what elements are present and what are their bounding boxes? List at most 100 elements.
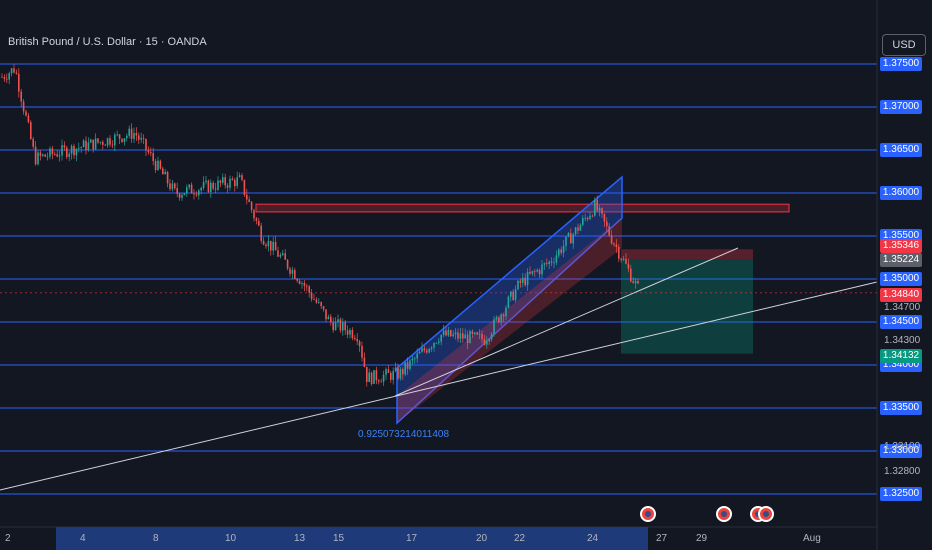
candle-body <box>606 221 608 227</box>
candle-body <box>406 362 409 369</box>
candle-body <box>207 180 210 193</box>
candle-body <box>186 187 188 194</box>
candle-body <box>39 152 42 156</box>
candle-body <box>500 314 502 323</box>
candle-body <box>49 148 51 157</box>
candle-body <box>553 262 555 264</box>
candle-body <box>399 369 402 379</box>
candle-body <box>385 369 387 375</box>
candle-body <box>534 270 536 272</box>
candle-body <box>634 281 637 283</box>
candle-body <box>145 139 147 151</box>
candle-body <box>99 141 102 143</box>
candle-body <box>202 182 205 188</box>
economic-event-icon[interactable] <box>716 506 732 522</box>
currency-button[interactable]: USD <box>882 34 926 56</box>
candle-body <box>224 177 226 186</box>
time-axis-label: 17 <box>406 533 418 544</box>
economic-event-icon[interactable] <box>758 506 774 522</box>
candle-body <box>25 111 27 116</box>
candle-body <box>495 317 498 320</box>
candle-body <box>318 302 320 303</box>
candle-body <box>162 168 164 175</box>
candle-body <box>332 322 334 331</box>
candle-body <box>109 138 111 145</box>
candle-body <box>241 175 243 180</box>
candle-body <box>92 139 94 150</box>
candle-body <box>442 330 445 335</box>
candle-body <box>507 296 510 308</box>
candle-body <box>402 369 404 375</box>
candle-body <box>615 244 618 248</box>
candle-body <box>337 319 339 322</box>
candle-body <box>423 348 426 351</box>
candle-body <box>464 334 466 339</box>
candle-body <box>440 334 442 342</box>
candle-body <box>294 269 296 279</box>
candle-body <box>128 128 130 136</box>
candle-body <box>169 183 171 190</box>
candle-body <box>152 153 154 161</box>
candle-body <box>229 178 231 188</box>
candle-body <box>502 314 505 317</box>
candle-body <box>363 357 366 367</box>
time-axis-label: 13 <box>294 533 306 544</box>
candle-body <box>138 135 140 140</box>
candle-body <box>34 146 37 165</box>
candle-body <box>73 145 75 156</box>
symbol-title[interactable]: British Pound / U.S. Dollar · 15 · OANDA <box>8 36 207 48</box>
time-axis-label: 29 <box>696 533 708 544</box>
candle-body <box>565 236 567 246</box>
candle-body <box>378 380 380 382</box>
candle-body <box>94 138 97 150</box>
candle-body <box>351 329 354 338</box>
time-axis-label: 15 <box>333 533 345 544</box>
economic-event-icon[interactable] <box>640 506 656 522</box>
take-profit-zone <box>621 259 753 354</box>
candle-body <box>183 193 186 196</box>
candle-body <box>205 180 207 183</box>
candle-body <box>258 220 260 226</box>
candle-body <box>478 333 481 335</box>
candle-body <box>171 183 174 190</box>
candle-body <box>279 255 282 257</box>
candle-body <box>354 337 356 340</box>
candle-body <box>66 147 68 157</box>
candle-body <box>164 171 166 175</box>
candle-body <box>474 332 476 335</box>
candle-body <box>510 291 512 297</box>
candle-body <box>1 76 3 78</box>
candle-body <box>51 148 54 155</box>
chart-background <box>0 0 932 550</box>
candle-body <box>126 135 128 139</box>
candle-body <box>70 145 73 154</box>
candle-body <box>315 299 318 303</box>
candle-body <box>339 319 342 331</box>
candle-body <box>37 152 39 165</box>
candle-body <box>469 331 471 344</box>
candle-body <box>210 182 212 193</box>
candle-body <box>546 263 548 265</box>
candle-body <box>123 138 126 142</box>
candle-body <box>178 193 181 198</box>
candle-body <box>512 291 514 301</box>
candle-body <box>75 148 78 156</box>
candle-body <box>159 160 162 169</box>
current-price-tag: 1.34840 <box>880 288 922 302</box>
candle-body <box>97 138 99 143</box>
candle-body <box>560 249 562 253</box>
price-chart[interactable] <box>0 0 932 550</box>
candle-body <box>310 292 313 299</box>
candle-body <box>198 190 200 196</box>
candle-body <box>488 339 490 342</box>
candle-body <box>457 332 459 339</box>
candle-body <box>78 147 80 149</box>
candle-body <box>392 370 394 380</box>
price-level-label: 1.33500 <box>880 401 922 415</box>
candle-body <box>190 184 193 194</box>
candle-body <box>596 199 598 211</box>
candle-body <box>114 134 116 146</box>
candle-body <box>526 271 529 286</box>
price-level-label: 1.34500 <box>880 315 922 329</box>
candle-body <box>577 227 579 231</box>
